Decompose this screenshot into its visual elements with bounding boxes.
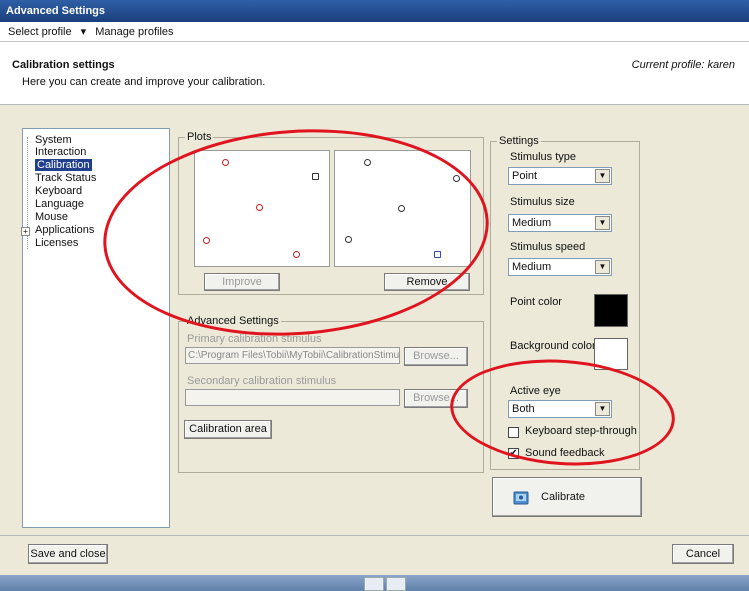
expand-icon[interactable]: + <box>21 227 30 236</box>
primary-browse-button[interactable]: Browse... <box>404 347 468 366</box>
secondary-stimulus-field[interactable] <box>185 389 400 406</box>
tree-item-track-status[interactable]: Track Status <box>35 172 96 185</box>
stimulus-speed-value: Medium <box>512 261 552 273</box>
background-color-label: Background color <box>510 340 596 352</box>
stimulus-type-select[interactable]: Point ▼ <box>508 167 612 185</box>
stimulus-type-label: Stimulus type <box>510 151 577 163</box>
stimulus-size-value: Medium <box>512 217 552 229</box>
stimulus-size-label: Stimulus size <box>510 196 575 208</box>
current-profile: Current profile: karen <box>631 59 735 71</box>
taskbar <box>0 575 749 591</box>
select-profile-menu[interactable]: Select profile <box>8 26 72 38</box>
menu-bar: Select profile ▾ Manage profiles <box>0 22 749 42</box>
point-color-label: Point color <box>510 296 562 308</box>
dropdown-arrow-icon: ▼ <box>595 216 610 230</box>
calibrate-label: Calibrate <box>541 491 586 503</box>
dropdown-arrow-icon: ▾ <box>80 26 87 38</box>
tree-item-language[interactable]: Language <box>35 198 84 211</box>
taskbar-button[interactable] <box>386 577 406 591</box>
calibrate-icon <box>513 491 529 505</box>
stimulus-speed-select[interactable]: Medium ▼ <box>508 258 612 276</box>
plots-legend: Plots <box>187 131 212 143</box>
main-panel: System Interaction Calibration Track Sta… <box>0 105 749 535</box>
primary-stimulus-field[interactable]: C:\Program Files\Tobii\MyTobii\Calibrati… <box>185 347 400 364</box>
secondary-stimulus-label: Secondary calibration stimulus <box>187 375 337 387</box>
tree-item-interaction[interactable]: Interaction <box>35 146 86 159</box>
save-and-close-button[interactable]: Save and close <box>28 544 108 564</box>
tree-item-keyboard[interactable]: Keyboard <box>35 185 82 198</box>
settings-legend: Settings <box>499 135 539 147</box>
tree-item-applications[interactable]: Applications <box>35 224 94 237</box>
taskbar-button[interactable] <box>364 577 384 591</box>
window-title: Advanced Settings <box>6 5 106 17</box>
page-header: Calibration settings Here you can create… <box>0 43 749 105</box>
stimulus-speed-label: Stimulus speed <box>510 241 586 253</box>
tree-item-mouse[interactable]: Mouse <box>35 211 68 224</box>
tree-item-calibration[interactable]: Calibration <box>35 159 92 171</box>
stimulus-type-value: Point <box>512 170 538 182</box>
manage-profiles-menu[interactable]: Manage profiles <box>95 26 173 38</box>
calibrate-button[interactable]: Calibrate <box>492 477 642 517</box>
stimulus-size-select[interactable]: Medium ▼ <box>508 214 612 232</box>
title-bar: Advanced Settings <box>0 0 749 22</box>
footer-bar: Save and close Cancel <box>0 535 749 575</box>
dropdown-arrow-icon: ▼ <box>595 260 610 274</box>
cancel-button[interactable]: Cancel <box>672 544 734 564</box>
tree-item-licenses[interactable]: Licenses <box>35 237 78 250</box>
page-subtitle: Here you can create and improve your cal… <box>22 76 266 88</box>
dropdown-arrow-icon: ▼ <box>595 169 610 183</box>
point-color-swatch[interactable] <box>594 294 628 327</box>
calibration-area-button[interactable]: Calibration area <box>184 420 272 439</box>
page-title: Calibration settings <box>12 59 115 71</box>
